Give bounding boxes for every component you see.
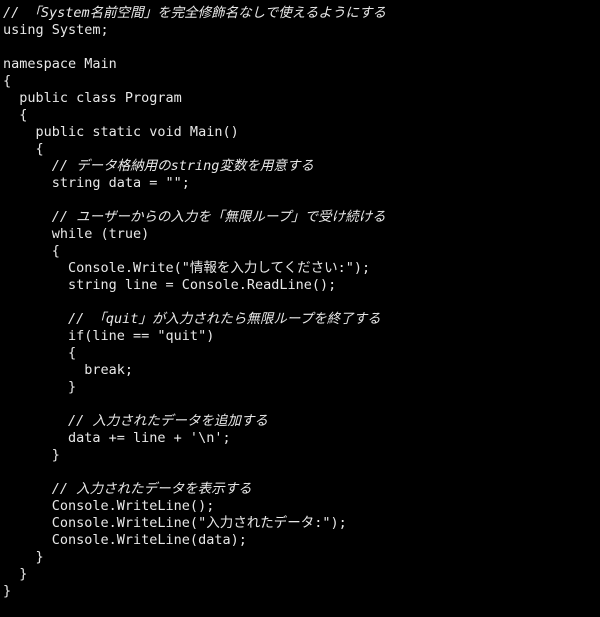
code-line: data += line + '\n'; bbox=[3, 430, 231, 446]
code-line: break; bbox=[3, 362, 134, 378]
code-line: if(line == "quit") bbox=[3, 328, 215, 344]
code-line: } bbox=[3, 566, 28, 582]
code-editor-view[interactable]: // 「System名前空間」を完全修飾名なしで使えるようにする using Sy… bbox=[0, 0, 600, 617]
code-line: { bbox=[3, 345, 77, 361]
code-line: } bbox=[3, 583, 12, 599]
code-line: { bbox=[3, 73, 12, 89]
code-line: } bbox=[3, 379, 77, 395]
code-line: public static void Main() bbox=[3, 124, 239, 140]
code-line: } bbox=[3, 447, 60, 463]
code-line: string data = ""; bbox=[3, 175, 190, 191]
code-line: Console.Write("情報を入力してください:"); bbox=[3, 260, 371, 276]
code-line: { bbox=[3, 141, 44, 157]
code-line: // 入力されたデータを追加する bbox=[3, 413, 268, 429]
code-line: // データ格納用のstring変数を用意する bbox=[3, 158, 314, 174]
code-line: Console.WriteLine(); bbox=[3, 498, 215, 514]
code-line: // 「System名前空間」を完全修飾名なしで使えるようにする bbox=[3, 5, 386, 21]
code-line: // ユーザーからの入力を「無限ループ」で受け続ける bbox=[3, 209, 386, 225]
code-line: Console.WriteLine("入力されたデータ:"); bbox=[3, 515, 347, 531]
code-line: using System; bbox=[3, 22, 109, 38]
code-line: while (true) bbox=[3, 226, 150, 242]
code-line: // 「quit」が入力されたら無限ループを終了する bbox=[3, 311, 381, 327]
code-line: // 入力されたデータを表示する bbox=[3, 481, 252, 497]
code-line: Console.WriteLine(data); bbox=[3, 532, 247, 548]
code-line: public class Program bbox=[3, 90, 182, 106]
code-line: { bbox=[3, 107, 28, 123]
code-line: namespace Main bbox=[3, 56, 117, 72]
code-line: string line = Console.ReadLine(); bbox=[3, 277, 337, 293]
code-line: } bbox=[3, 549, 44, 565]
code-line: { bbox=[3, 243, 60, 259]
